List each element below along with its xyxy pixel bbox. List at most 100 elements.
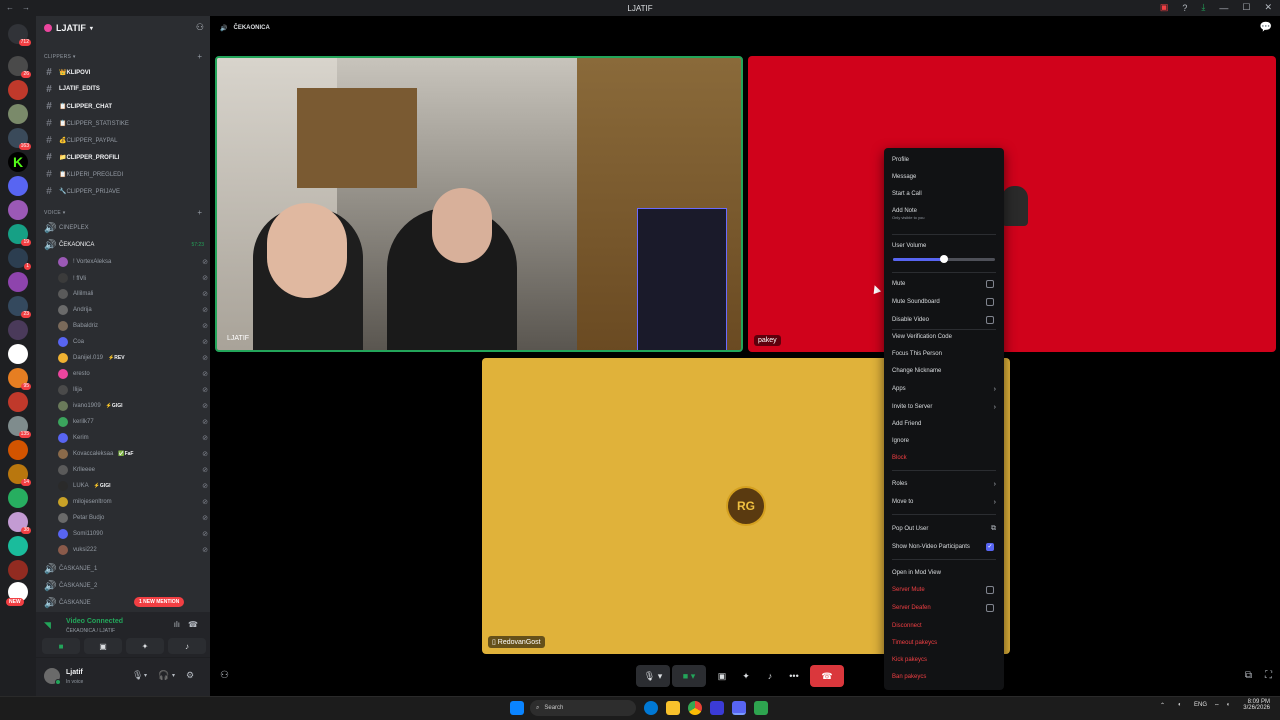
add-channel-icon[interactable]: + <box>197 208 202 217</box>
channel-item[interactable]: # 📋CLIPPER_CHAT <box>44 99 204 113</box>
slider-handle[interactable] <box>940 255 948 263</box>
minimize-icon[interactable]: — <box>1219 3 1228 13</box>
voice-channel-caskanje-1[interactable]: 🔊 ČASKANJE_1 <box>44 562 204 576</box>
app-icon[interactable] <box>710 701 724 715</box>
checkbox[interactable] <box>986 604 994 612</box>
close-icon[interactable]: ✕ <box>1264 2 1272 13</box>
chevron-down-icon[interactable]: ▾ <box>144 672 147 679</box>
channel-item[interactable]: # LJATIF_EDITS <box>44 82 204 96</box>
voice-user-item[interactable]: kerilk77 ⊘ <box>58 415 208 429</box>
camera-button[interactable]: ■ <box>42 638 80 654</box>
headphones-icon[interactable]: 🎧 <box>158 670 169 681</box>
channel-item[interactable]: # 🔧CLIPPER_PRIJAVE <box>44 184 204 198</box>
add-member-icon[interactable]: ⚇ <box>196 22 204 33</box>
voice-user-item[interactable]: ! VortexAleksa ⊘ <box>58 255 208 269</box>
channel-item[interactable]: # 💰CLIPPER_PAYPAL <box>44 133 204 147</box>
voice-user-item[interactable]: ivano1909 ⚡GIGI ⊘ <box>58 399 208 413</box>
menu-open-mod-view[interactable]: Open in Mod View <box>892 566 996 580</box>
menu-mute[interactable]: Mute <box>892 277 996 291</box>
disconnect-icon[interactable]: ☎ <box>188 620 198 629</box>
screen-share-button[interactable]: ▣ <box>712 665 732 687</box>
server-icon[interactable] <box>8 80 28 100</box>
server-icon[interactable] <box>8 320 28 340</box>
category-clippers[interactable]: CLIPPERS ▾ <box>44 54 76 60</box>
checkbox[interactable] <box>986 586 994 594</box>
leave-call-button[interactable]: ☎ <box>810 665 844 687</box>
voice-user-item[interactable]: ! flⅥi ⊘ <box>58 271 208 285</box>
checkbox[interactable] <box>986 316 994 324</box>
menu-apps[interactable]: Apps › <box>892 382 996 396</box>
microphone-button[interactable]: 🎙 ▾ <box>636 665 670 687</box>
gear-icon[interactable]: ⚙ <box>186 670 194 681</box>
menu-profile[interactable]: Profile <box>892 153 996 167</box>
server-icon[interactable]: 163 <box>8 128 31 150</box>
menu-disable-video[interactable]: Disable Video <box>892 313 996 327</box>
home-icon[interactable]: 712 <box>8 24 31 46</box>
menu-add-friend[interactable]: Add Friend <box>892 417 996 431</box>
language-indicator[interactable]: ENG <box>1194 702 1207 708</box>
voice-user-item[interactable]: Somi11090 ⊘ <box>58 527 208 541</box>
app-icon[interactable] <box>754 701 768 715</box>
menu-timeout[interactable]: Timeout pakeycs <box>892 636 996 650</box>
camera-button[interactable]: ■ ▾ <box>672 665 706 687</box>
server-icon[interactable] <box>8 560 28 580</box>
chrome-icon[interactable] <box>688 701 702 715</box>
menu-roles[interactable]: Roles › <box>892 477 996 491</box>
file-explorer-icon[interactable] <box>666 701 680 715</box>
menu-show-non-video[interactable]: Show Non-Video Participants ✓ <box>892 540 996 554</box>
server-icon[interactable] <box>8 440 28 460</box>
signal-icon[interactable]: ◥ <box>44 620 51 631</box>
menu-disconnect[interactable]: Disconnect <box>892 619 996 633</box>
microphone-icon[interactable]: 🎙 <box>132 670 143 681</box>
menu-server-mute[interactable]: Server Mute <box>892 583 996 597</box>
noise-suppression-icon[interactable]: ılı <box>174 620 180 629</box>
forward-icon[interactable]: → <box>22 3 30 12</box>
voice-user-item[interactable]: Babaldriz ⊘ <box>58 319 208 333</box>
video-tile-pakey[interactable]: pakey <box>748 56 1276 352</box>
chat-icon[interactable]: 💬 <box>1260 22 1272 33</box>
activities-button[interactable]: ✦ <box>736 665 756 687</box>
menu-change-nickname[interactable]: Change Nickname <box>892 364 996 378</box>
server-icon[interactable] <box>8 536 28 556</box>
server-icon[interactable] <box>8 392 28 412</box>
video-tile-ljatif[interactable]: LJATIF <box>215 56 743 352</box>
chevron-up-icon[interactable]: ⌃ <box>1160 702 1165 709</box>
menu-ban[interactable]: Ban pakeycs <box>892 670 996 684</box>
menu-focus-person[interactable]: Focus This Person <box>892 347 996 361</box>
channel-item[interactable]: # 📁CLIPPER_PROFILI <box>44 150 204 164</box>
voice-user-item[interactable]: Ilija ⊘ <box>58 383 208 397</box>
server-icon[interactable] <box>8 200 28 220</box>
guild-header[interactable]: LJATIF ▾ <box>36 16 210 40</box>
voice-user-item[interactable]: Danijel.019 ⚡REV ⊘ <box>58 351 208 365</box>
voice-channel-cineplex[interactable]: 🔊 CINEPLEX <box>44 221 204 235</box>
server-icon[interactable]: 38 <box>8 512 31 534</box>
menu-move-to[interactable]: Move to › <box>892 495 996 509</box>
menu-block[interactable]: Block <box>892 451 996 465</box>
menu-add-note[interactable]: Add Note Only visible to you <box>892 204 996 220</box>
server-icon[interactable] <box>8 488 28 508</box>
wifi-icon[interactable]: ⌔ <box>1214 702 1220 710</box>
inbox-icon[interactable]: ▣ <box>1160 2 1169 13</box>
user-volume-slider[interactable] <box>893 255 995 263</box>
voice-user-item[interactable]: Coa ⊘ <box>58 335 208 349</box>
windows-start-icon[interactable] <box>510 701 524 715</box>
connection-channel[interactable]: ČEKAONICA / LJATIF <box>66 628 115 634</box>
username[interactable]: Ljatif <box>66 669 83 676</box>
voice-user-item[interactable]: Allilmali ⊘ <box>58 287 208 301</box>
server-icon[interactable]: 26 <box>8 56 31 78</box>
menu-message[interactable]: Message <box>892 170 996 184</box>
menu-view-verification[interactable]: View Verification Code <box>892 330 996 344</box>
voice-user-item[interactable]: Petar Budjo ⊘ <box>58 511 208 525</box>
voice-channel-cekaonica[interactable]: 🔊 ČEKAONICA 57:23 <box>44 238 204 252</box>
menu-pop-out-user[interactable]: Pop Out User ⧉ <box>892 522 996 536</box>
download-icon[interactable]: ⤓ <box>1201 2 1205 13</box>
help-icon[interactable]: ? <box>1182 3 1187 13</box>
channel-item[interactable]: # 👑KLIPOVI <box>44 65 204 79</box>
soundboard-button[interactable]: ♪ <box>760 665 780 687</box>
voice-user-item[interactable]: Andrija ⊘ <box>58 303 208 317</box>
voice-user-item[interactable]: vuksi222 ⊘ <box>58 543 208 557</box>
server-icon[interactable] <box>8 272 28 292</box>
menu-start-call[interactable]: Start a Call <box>892 187 996 201</box>
add-channel-icon[interactable]: + <box>197 52 202 61</box>
chevron-down-icon[interactable]: ▾ <box>172 672 175 679</box>
